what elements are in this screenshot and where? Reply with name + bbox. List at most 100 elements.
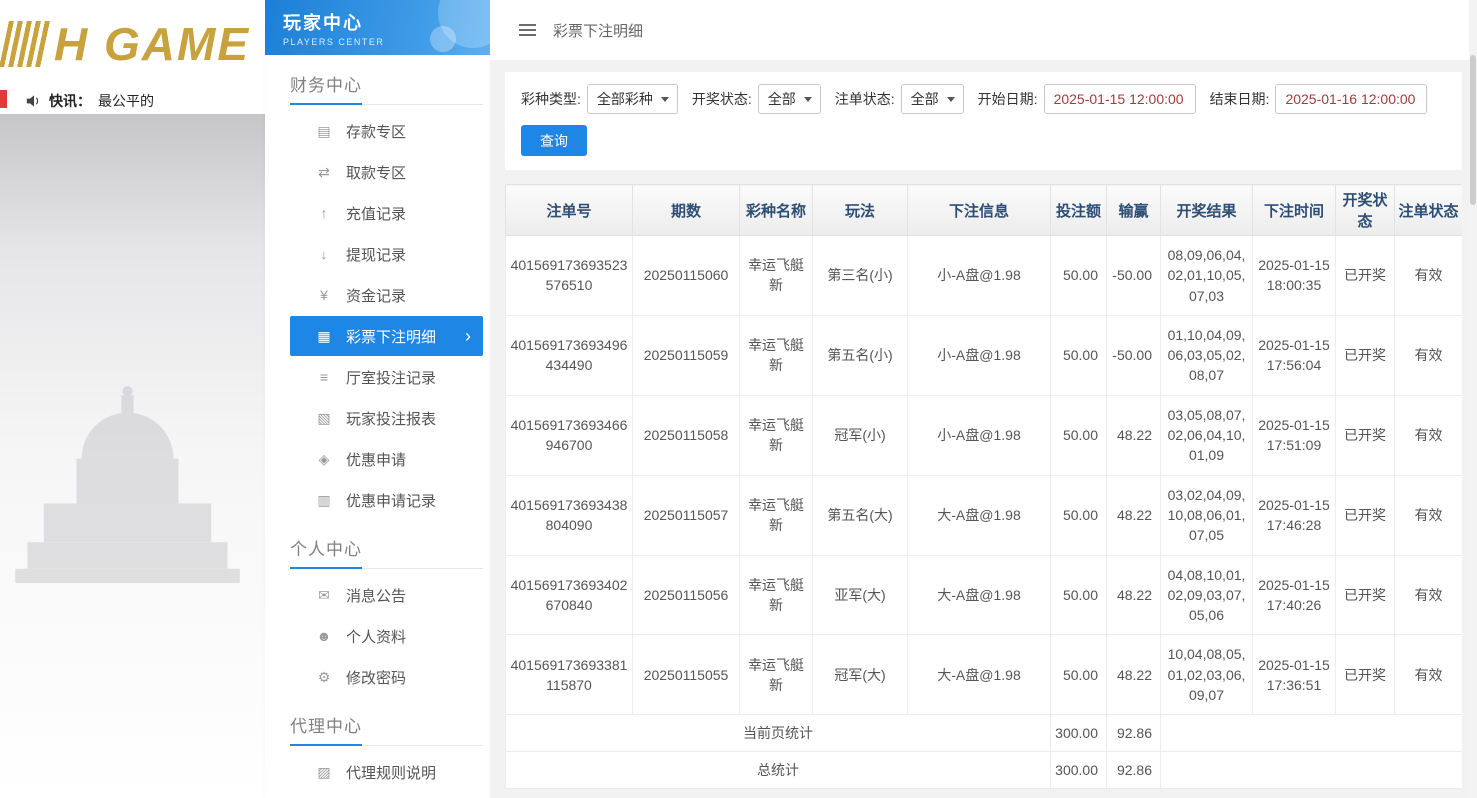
table-cell: 已开奖 [1335, 634, 1395, 716]
scrollbar[interactable] [1469, 0, 1477, 798]
draw-status-value: 全部 [767, 91, 796, 107]
table-cell: 有效 [1394, 394, 1462, 476]
news-label: 快讯： [49, 93, 91, 109]
sidebar-item[interactable]: ⇄ 取款专区 [290, 152, 483, 192]
table-cell: 2025-01-15 18:00:35 [1252, 235, 1336, 316]
site-topbar: H GAME [0, 0, 265, 88]
sidebar-item[interactable]: ≡ 厅室投注记录 [290, 357, 483, 397]
background-site: H GAME 快讯： 最公平的 [0, 0, 265, 798]
table-cell: 20250115056 [632, 554, 740, 636]
table-cell: 幸运飞艇新 [739, 394, 813, 476]
table-row: 401569173693496434490 20250115059 幸运飞艇新 第五名… [505, 314, 1462, 396]
order-status-value: 全部 [910, 91, 939, 107]
table-row: 401569173693466946700 20250115058 幸运飞艇新 冠军(… [505, 394, 1462, 476]
table-cell: 401569173693381115870 [505, 634, 633, 716]
table-cell: 50.00 [1050, 554, 1107, 636]
table-cell: 已开奖 [1335, 235, 1395, 316]
table-cell: 幸运飞艇新 [739, 554, 813, 636]
column-header: 开奖状态 [1335, 184, 1395, 236]
table-cell: -50.00 [1106, 314, 1161, 396]
messages-icon: ✉ [318, 586, 330, 603]
table-cell: 有效 [1394, 554, 1462, 636]
site-photo [0, 114, 265, 798]
column-header: 玩法 [812, 184, 908, 236]
search-button[interactable]: 查询 [521, 125, 587, 156]
column-header: 输赢 [1106, 184, 1161, 236]
table-cell: 有效 [1394, 235, 1462, 316]
sidebar-item[interactable]: ☻ 个人资料 [290, 616, 483, 656]
sidebar-item[interactable]: ⚙ 修改密码 [290, 657, 483, 697]
table-cell: 50.00 [1050, 634, 1107, 716]
profile-icon: ☻ [316, 628, 332, 644]
sidebar-item-label: 资金记录 [346, 287, 407, 305]
table-cell: 2025-01-15 17:56:04 [1252, 314, 1336, 396]
sidebar-section-title: 财务中心 [290, 57, 483, 105]
sidebar-item[interactable]: ◈ 优惠申请 [290, 439, 483, 479]
sidebar-item-label: 个人资料 [346, 628, 407, 646]
chevron-right-icon: › [465, 326, 471, 346]
sidebar-item[interactable]: ↑ 充值记录 [290, 193, 483, 233]
sidebar-item-label: 优惠申请 [346, 451, 407, 469]
order-status-select[interactable]: 全部 [900, 84, 964, 114]
summary-label: 当前页统计 [505, 714, 1051, 753]
sidebar-item-label: 提现记录 [346, 246, 407, 264]
table-cell: 48.22 [1106, 394, 1161, 476]
table-cell: 小-A盘@1.98 [907, 235, 1051, 316]
table-cell: 幸运飞艇新 [739, 474, 813, 556]
scrollbar-thumb[interactable] [1470, 55, 1476, 205]
hh-logo-mark-icon [0, 21, 53, 67]
sidebar-item[interactable]: ¥ 资金记录 [290, 275, 483, 315]
menu-toggle-icon[interactable] [515, 20, 540, 40]
sidebar-item[interactable]: ▩代理团队统计 [290, 793, 483, 798]
lottery-type-select[interactable]: 全部彩种 [586, 84, 678, 114]
sidebar-item-label: 厅室投注记录 [346, 369, 437, 387]
sidebar-item-label: 修改密码 [346, 669, 407, 687]
start-date-input[interactable] [1043, 84, 1196, 114]
table-cell: 401569173693496434490 [505, 314, 633, 396]
bets-table-body: 401569173693523576510 20250115060 幸运飞艇新 第三名… [505, 235, 1462, 790]
draw-status-select[interactable]: 全部 [757, 84, 821, 114]
table-cell: 冠军(小) [812, 394, 908, 476]
table-cell: 48.22 [1106, 554, 1161, 636]
bets-header-row: 注单号 期数 彩种名称 玩法 下注信息 投注额 输赢 开奖结果 下注时间 开奖状态 注单状态 [505, 184, 1462, 236]
sidebar-item[interactable]: ▧ 玩家投注报表 [290, 398, 483, 438]
table-cell: 大-A盘@1.98 [907, 634, 1051, 716]
sidebar-menu: 财务中心 ▤ 存款专区 ⇄ 取款专区 ↑ 充值记录 ↓ 提现记录 ¥ 资金记录 ▦ 彩票下注明细 › ≡ 厅室… [265, 55, 490, 798]
promo-apply-records-icon: ▥ [317, 491, 331, 508]
sidebar-item[interactable]: ▨ 代理规则说明 [290, 752, 483, 792]
chevron-down-icon [660, 97, 669, 102]
table-cell: 20250115059 [632, 314, 740, 396]
sidebar-item[interactable]: ↓ 提现记录 [290, 234, 483, 274]
filter-panel: 彩种类型: 全部彩种 开奖状态: 全部 注单状态: 全部 开始日期: 2025-… [505, 72, 1462, 170]
player-bet-report-icon: ▧ [317, 409, 331, 426]
table-cell: 大-A盘@1.98 [907, 554, 1051, 636]
draw-status-label: 开奖状态: [691, 91, 752, 107]
column-header: 投注额 [1050, 184, 1107, 236]
sidebar-item-label: 彩票下注明细 [346, 328, 437, 346]
sidebar-item[interactable]: ✉ 消息公告 [290, 575, 483, 615]
summary-row: 当前页统计 300.00 92.86 [505, 714, 1462, 753]
recharge-records-icon: ↑ [320, 205, 328, 221]
summary-bet-total: 300.00 [1050, 714, 1107, 753]
sidebar-item[interactable]: ▥ 优惠申请记录 [290, 480, 483, 520]
chevron-down-icon [946, 97, 955, 102]
table-cell: 亚军(大) [812, 554, 908, 636]
table-cell: 幸运飞艇新 [739, 235, 813, 316]
order-status-label: 注单状态: [834, 91, 895, 107]
screen: H GAME 快讯： 最公平的 玩家中心 PLAYERS CENTER 财务中心… [0, 0, 1477, 798]
column-header: 彩种名称 [739, 184, 813, 236]
table-cell: 第三名(小) [812, 235, 908, 316]
sidebar-item[interactable]: ▦ 彩票下注明细 › [290, 316, 483, 356]
sidebar-item-label: 充值记录 [346, 205, 407, 223]
table-cell: 小-A盘@1.98 [907, 314, 1051, 396]
table-cell: 50.00 [1050, 394, 1107, 476]
sidebar: 玩家中心 PLAYERS CENTER 财务中心 ▤ 存款专区 ⇄ 取款专区 ↑ 充值记录 ↓… [265, 0, 490, 798]
marquee-accent [0, 90, 7, 108]
end-date-input[interactable] [1275, 84, 1428, 114]
table-cell: -50.00 [1106, 235, 1161, 316]
sidebar-item[interactable]: ▤ 存款专区 [290, 111, 483, 151]
table-cell: 08,09,06,04,02,01,10,05,07,03 [1160, 235, 1253, 316]
table-cell: 04,08,10,01,02,09,03,07,05,06 [1160, 554, 1253, 636]
site-logo: H GAME [0, 17, 250, 71]
summary-empty [1160, 714, 1462, 753]
